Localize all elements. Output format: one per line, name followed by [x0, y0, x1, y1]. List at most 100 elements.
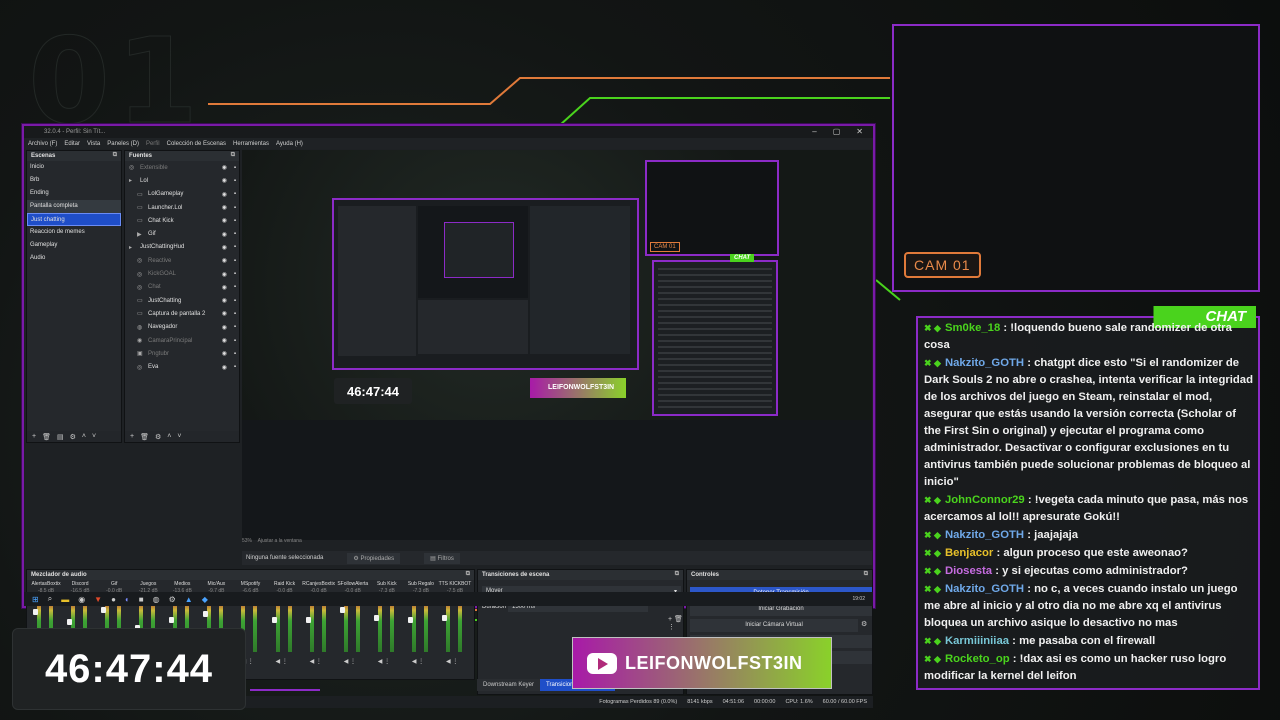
- menu-vista[interactable]: Vista: [87, 141, 100, 147]
- eye-icon[interactable]: ◉: [222, 257, 227, 264]
- source-item[interactable]: ▣ Pngtubr ◉ ▪: [125, 347, 239, 360]
- volume-slider-handle[interactable]: [101, 607, 107, 613]
- lock-icon[interactable]: ▪: [234, 351, 236, 357]
- lock-icon[interactable]: ▪: [234, 191, 236, 197]
- volume-slider-handle[interactable]: [407, 617, 413, 623]
- speaker-icon[interactable]: ◀ ⋮: [412, 658, 424, 665]
- folder-icon[interactable]: ▬: [61, 595, 69, 604]
- windows-start-icon[interactable]: ⊞: [32, 595, 39, 604]
- eye-icon[interactable]: ◉: [222, 191, 227, 198]
- eye-icon[interactable]: ◉: [222, 310, 227, 317]
- source-item[interactable]: ▭ Captura de pantalla 2 ◉ ▪: [125, 307, 239, 320]
- scene-pantalla-completa[interactable]: Pantalla completa: [27, 200, 121, 213]
- zoom-level[interactable]: 53%: [242, 538, 252, 544]
- chat-username[interactable]: Rocketo_op: [945, 653, 1010, 665]
- properties-tab[interactable]: ⚙ Propiedades: [347, 552, 401, 564]
- eye-icon[interactable]: ◉: [222, 217, 227, 224]
- eye-icon[interactable]: ◉: [222, 244, 227, 251]
- menu-paneles[interactable]: Paneles (D): [107, 141, 139, 147]
- chevron-up-icon[interactable]: ˄: [167, 433, 171, 440]
- scene-audio[interactable]: Audio: [27, 252, 121, 265]
- eye-icon[interactable]: ◉: [222, 177, 227, 184]
- chat-username[interactable]: Nakzito_GOTH: [945, 357, 1024, 369]
- speaker-icon[interactable]: ◀ ⋮: [446, 658, 458, 665]
- volume-slider-handle[interactable]: [339, 607, 345, 613]
- chevron-down-icon[interactable]: ˅: [92, 433, 96, 440]
- lock-icon[interactable]: ▪: [234, 258, 236, 264]
- scene-brb[interactable]: Brb: [27, 174, 121, 187]
- lock-icon[interactable]: ▪: [234, 178, 236, 184]
- chevron-up-icon[interactable]: ˄: [82, 433, 86, 440]
- source-item[interactable]: ◎ Chat ◉ ▪: [125, 281, 239, 294]
- tab-downstream-keyer[interactable]: Downstream Keyer: [477, 679, 541, 691]
- source-item[interactable]: ▭ Launcher.Lol ◉ ▪: [125, 201, 239, 214]
- source-item[interactable]: ▶ Gif ◉ ▪: [125, 227, 239, 240]
- eye-icon[interactable]: ◉: [222, 337, 227, 344]
- start-virtual-camera-button[interactable]: Iniciar Cámara Virtual: [690, 619, 858, 632]
- app-icon[interactable]: ●: [111, 595, 116, 604]
- source-item[interactable]: ◎ Eva ◉ ▪: [125, 360, 239, 373]
- speaker-icon[interactable]: ◀ ⋮: [344, 658, 356, 665]
- volume-slider-handle[interactable]: [33, 609, 38, 615]
- fit-to-window[interactable]: Ajustar a la ventana: [258, 538, 302, 544]
- steam-icon[interactable]: ◍: [153, 595, 160, 604]
- chat-username[interactable]: Benjacor: [945, 547, 993, 559]
- lock-icon[interactable]: ▪: [234, 324, 236, 330]
- source-item[interactable]: ◍ Navegador ◉ ▪: [125, 321, 239, 334]
- source-item[interactable]: ▸ Lol ◉ ▪: [125, 174, 239, 187]
- scene-gameplay[interactable]: Gameplay: [27, 239, 121, 252]
- shield-icon[interactable]: ◆: [202, 595, 208, 604]
- eye-icon[interactable]: ◉: [222, 364, 227, 371]
- menu-herramientas[interactable]: Herramientas: [233, 141, 269, 147]
- lock-icon[interactable]: ▪: [234, 231, 236, 237]
- minimize-icon[interactable]: –: [812, 127, 816, 136]
- discord-icon[interactable]: ◐: [125, 595, 130, 604]
- filters-tab[interactable]: ▤ Filtros: [424, 552, 460, 564]
- app-icon[interactable]: ■: [139, 595, 144, 604]
- chat-username[interactable]: Sm0ke_18: [945, 322, 1000, 334]
- source-item[interactable]: ▭ Chat Kick ◉ ▪: [125, 214, 239, 227]
- eye-icon[interactable]: ◉: [222, 204, 227, 211]
- lock-icon[interactable]: ▪: [234, 338, 236, 344]
- dock-settings-icon[interactable]: ⧉: [231, 152, 235, 159]
- speaker-icon[interactable]: ◀ ⋮: [310, 658, 322, 665]
- chat-username[interactable]: Diosesta: [945, 565, 992, 577]
- volume-slider-handle[interactable]: [305, 617, 311, 623]
- close-icon[interactable]: ✕: [856, 127, 863, 136]
- lock-icon[interactable]: ▪: [234, 165, 236, 171]
- chat-username[interactable]: JohnConnor29: [945, 494, 1025, 506]
- lock-icon[interactable]: ▪: [234, 218, 236, 224]
- brave-icon[interactable]: ▼: [94, 595, 102, 604]
- lock-icon[interactable]: ▪: [234, 244, 236, 250]
- eye-icon[interactable]: ◉: [222, 324, 227, 331]
- source-item[interactable]: ◎ KickGOAL ◉ ▪: [125, 267, 239, 280]
- source-item[interactable]: ◎ Reactive ◉ ▪: [125, 254, 239, 267]
- scene-ending[interactable]: Ending: [27, 187, 121, 200]
- chevron-down-icon[interactable]: ˅: [177, 433, 181, 440]
- dock-settings-icon[interactable]: ⧉: [864, 571, 868, 578]
- menu-perfil[interactable]: Perfil: [146, 141, 160, 147]
- scene-reaccion-memes[interactable]: Reaccion de memes: [27, 226, 121, 239]
- menu-editar[interactable]: Editar: [64, 141, 80, 147]
- maximize-icon[interactable]: ▢: [833, 127, 841, 136]
- gear-icon[interactable]: ⚙: [155, 433, 161, 441]
- dock-settings-icon[interactable]: ⧉: [113, 152, 117, 159]
- eye-icon[interactable]: ◉: [222, 231, 227, 238]
- dock-settings-icon[interactable]: ⧉: [675, 571, 679, 578]
- gear-icon[interactable]: ⚙: [70, 433, 76, 441]
- lock-icon[interactable]: ▪: [234, 284, 236, 290]
- add-icon[interactable]: +: [130, 433, 134, 440]
- source-item[interactable]: ▭ LolGameplay ◉ ▪: [125, 188, 239, 201]
- lock-icon[interactable]: ▪: [234, 271, 236, 277]
- preview-canvas[interactable]: CAM 01 CHAT 46:47:44 LEIFONWOLFST3IN: [242, 150, 872, 540]
- volume-slider-handle[interactable]: [271, 617, 277, 623]
- chat-username[interactable]: Nakzito_GOTH: [945, 583, 1024, 595]
- menu-coleccion[interactable]: Colección de Escenas: [167, 141, 226, 147]
- trash-icon[interactable]: 🗑: [42, 433, 51, 441]
- gear-icon[interactable]: ⚙: [861, 620, 867, 628]
- app-icon[interactable]: ▲: [185, 595, 193, 604]
- chat-username[interactable]: Nakzito_GOTH: [945, 529, 1024, 541]
- lock-icon[interactable]: ▪: [234, 311, 236, 317]
- source-item[interactable]: ▸ JustChattingHud ◉ ▪: [125, 241, 239, 254]
- source-item[interactable]: ▭ JustChatting ◉ ▪: [125, 294, 239, 307]
